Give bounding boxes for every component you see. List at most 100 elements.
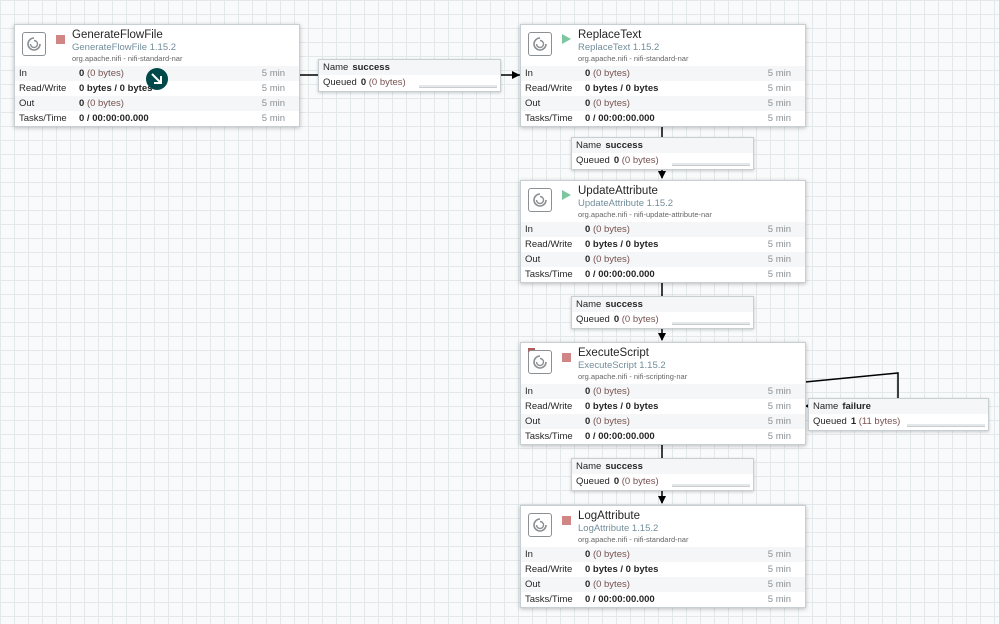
stat-time: 5 min xyxy=(767,239,791,250)
conn-name-value: success xyxy=(605,140,643,151)
stat-value: 0 (0 bytes) xyxy=(585,254,630,265)
stat-time: 5 min xyxy=(767,83,791,94)
conn-name-label: Name xyxy=(576,461,602,472)
stat-time: 5 min xyxy=(767,224,791,235)
processor-bundle: org.apache.nifi - nifi-standard-nar xyxy=(578,54,689,63)
running-state-icon xyxy=(562,190,571,200)
processor-icon xyxy=(22,32,46,56)
stat-label: Out xyxy=(19,98,35,109)
stat-row-tasks: Tasks/Time 0 / 00:00:00.000 5 min xyxy=(521,429,805,444)
stat-label: Read/Write xyxy=(525,239,573,250)
stat-time: 5 min xyxy=(767,254,791,265)
processor-stats: In 0 (0 bytes) 5 min Read/Write 0 bytes / 0… xyxy=(521,384,805,444)
conn-name-label: Name xyxy=(576,299,602,310)
stat-time: 5 min xyxy=(767,579,791,590)
stat-time: 5 min xyxy=(261,83,285,94)
stat-time: 5 min xyxy=(767,68,791,79)
stat-value: 0 / 00:00:00.000 xyxy=(585,431,655,442)
stat-row-out: Out 0 (0 bytes) 5 min xyxy=(521,414,805,429)
processor-bundle: org.apache.nifi - nifi-standard-nar xyxy=(578,535,689,544)
conn-name-value: failure xyxy=(842,401,871,412)
stat-time: 5 min xyxy=(767,564,791,575)
stat-time: 5 min xyxy=(261,98,285,109)
stopped-state-icon xyxy=(562,353,571,362)
stat-row-readwrite: Read/Write 0 bytes / 0 bytes 5 min xyxy=(521,562,805,577)
queue-progress-bar xyxy=(907,424,985,427)
stat-label: Read/Write xyxy=(19,83,67,94)
stat-time: 5 min xyxy=(767,386,791,397)
conn-queued-label: Queued xyxy=(323,77,357,88)
stat-time: 5 min xyxy=(767,431,791,442)
processor-icon xyxy=(528,188,552,212)
flow-canvas[interactable]: GenerateFlowFile GenerateFlowFile 1.15.2… xyxy=(0,0,999,624)
stat-label: Tasks/Time xyxy=(525,113,573,124)
stat-value: 0 (0 bytes) xyxy=(79,68,124,79)
processor-replacetext[interactable]: ReplaceText ReplaceText 1.15.2 org.apach… xyxy=(520,24,806,127)
stat-label: In xyxy=(525,68,533,79)
connection-label-success[interactable]: Name success Queued 0 (0 bytes) xyxy=(571,296,754,329)
stat-label: Out xyxy=(525,254,541,265)
stat-value: 0 bytes / 0 bytes xyxy=(585,401,659,412)
queue-progress-bar xyxy=(672,484,750,487)
processor-updateattribute[interactable]: UpdateAttribute UpdateAttribute 1.15.2 o… xyxy=(520,180,806,283)
stat-value: 0 (0 bytes) xyxy=(585,416,630,427)
stat-label: Out xyxy=(525,579,541,590)
conn-name-label: Name xyxy=(576,140,602,151)
connection-label-success[interactable]: Name success Queued 0 (0 bytes) xyxy=(571,458,754,491)
processor-icon xyxy=(528,32,552,56)
running-state-icon xyxy=(562,34,571,44)
stat-value: 0 (0 bytes) xyxy=(585,579,630,590)
stat-time: 5 min xyxy=(767,113,791,124)
processor-logattribute[interactable]: LogAttribute LogAttribute 1.15.2 org.apa… xyxy=(520,505,806,608)
stopped-state-icon xyxy=(56,35,65,44)
processor-executescript[interactable]: ExecuteScript ExecuteScript 1.15.2 org.a… xyxy=(520,342,806,445)
processor-stats: In 0 (0 bytes) 5 min Read/Write 0 bytes / 0… xyxy=(521,547,805,607)
connection-label-success[interactable]: Name success Queued 0 (0 bytes) xyxy=(571,137,754,170)
stat-row-tasks: Tasks/Time 0 / 00:00:00.000 5 min xyxy=(15,111,299,126)
stat-value: 0 bytes / 0 bytes xyxy=(585,564,659,575)
stat-label: In xyxy=(525,224,533,235)
stat-value: 0 bytes / 0 bytes xyxy=(585,83,659,94)
connection-label-failure[interactable]: Name failure Queued 1 (11 bytes) xyxy=(808,398,989,431)
conn-queued-value: 0 (0 bytes) xyxy=(613,314,659,325)
connection-label-success[interactable]: Name success Queued 0 (0 bytes) xyxy=(318,59,501,92)
stat-value: 0 / 00:00:00.000 xyxy=(79,113,149,124)
stat-row-in: In 0 (0 bytes) 5 min xyxy=(521,66,805,81)
stat-row-readwrite: Read/Write 0 bytes / 0 bytes 5 min xyxy=(521,237,805,252)
stat-time: 5 min xyxy=(767,549,791,560)
processor-name: LogAttribute xyxy=(578,510,641,522)
stat-row-in: In 0 (0 bytes) 5 min xyxy=(521,222,805,237)
processor-type: GenerateFlowFile 1.15.2 xyxy=(72,42,177,53)
stat-row-tasks: Tasks/Time 0 / 00:00:00.000 5 min xyxy=(521,111,805,126)
processor-type: LogAttribute 1.15.2 xyxy=(578,523,659,534)
stat-label: Tasks/Time xyxy=(525,431,573,442)
conn-queued-label: Queued xyxy=(576,476,610,487)
stat-time: 5 min xyxy=(767,269,791,280)
stat-row-out: Out 0 (0 bytes) 5 min xyxy=(521,577,805,592)
stat-time: 5 min xyxy=(767,416,791,427)
stat-value: 0 bytes / 0 bytes xyxy=(585,239,659,250)
stat-value: 0 (0 bytes) xyxy=(585,386,630,397)
stat-value: 0 (0 bytes) xyxy=(585,98,630,109)
stat-label: Tasks/Time xyxy=(19,113,67,124)
conn-queued-value: 0 (0 bytes) xyxy=(613,476,659,487)
stat-time: 5 min xyxy=(767,401,791,412)
arrow-down-right-icon[interactable] xyxy=(146,68,168,90)
processor-bundle: org.apache.nifi - nifi-scripting-nar xyxy=(578,372,688,381)
stat-row-in: In 0 (0 bytes) 5 min xyxy=(521,384,805,399)
stat-row-readwrite: Read/Write 0 bytes / 0 bytes 5 min xyxy=(521,399,805,414)
stat-value: 0 / 00:00:00.000 xyxy=(585,594,655,605)
stat-time: 5 min xyxy=(261,113,285,124)
queue-progress-bar xyxy=(672,163,750,166)
stat-label: In xyxy=(525,386,533,397)
conn-queued-label: Queued xyxy=(576,155,610,166)
stopped-state-icon xyxy=(562,516,571,525)
stat-row-tasks: Tasks/Time 0 / 00:00:00.000 5 min xyxy=(521,592,805,607)
processor-stats: In 0 (0 bytes) 5 min Read/Write 0 bytes / 0… xyxy=(521,66,805,126)
processor-bundle: org.apache.nifi - nifi-update-attribute-… xyxy=(578,210,712,219)
stat-row-out: Out 0 (0 bytes) 5 min xyxy=(521,252,805,267)
stat-label: Out xyxy=(525,416,541,427)
stat-row-tasks: Tasks/Time 0 / 00:00:00.000 5 min xyxy=(521,267,805,282)
conn-queued-value: 1 (11 bytes) xyxy=(850,416,901,427)
stat-label: Tasks/Time xyxy=(525,269,573,280)
